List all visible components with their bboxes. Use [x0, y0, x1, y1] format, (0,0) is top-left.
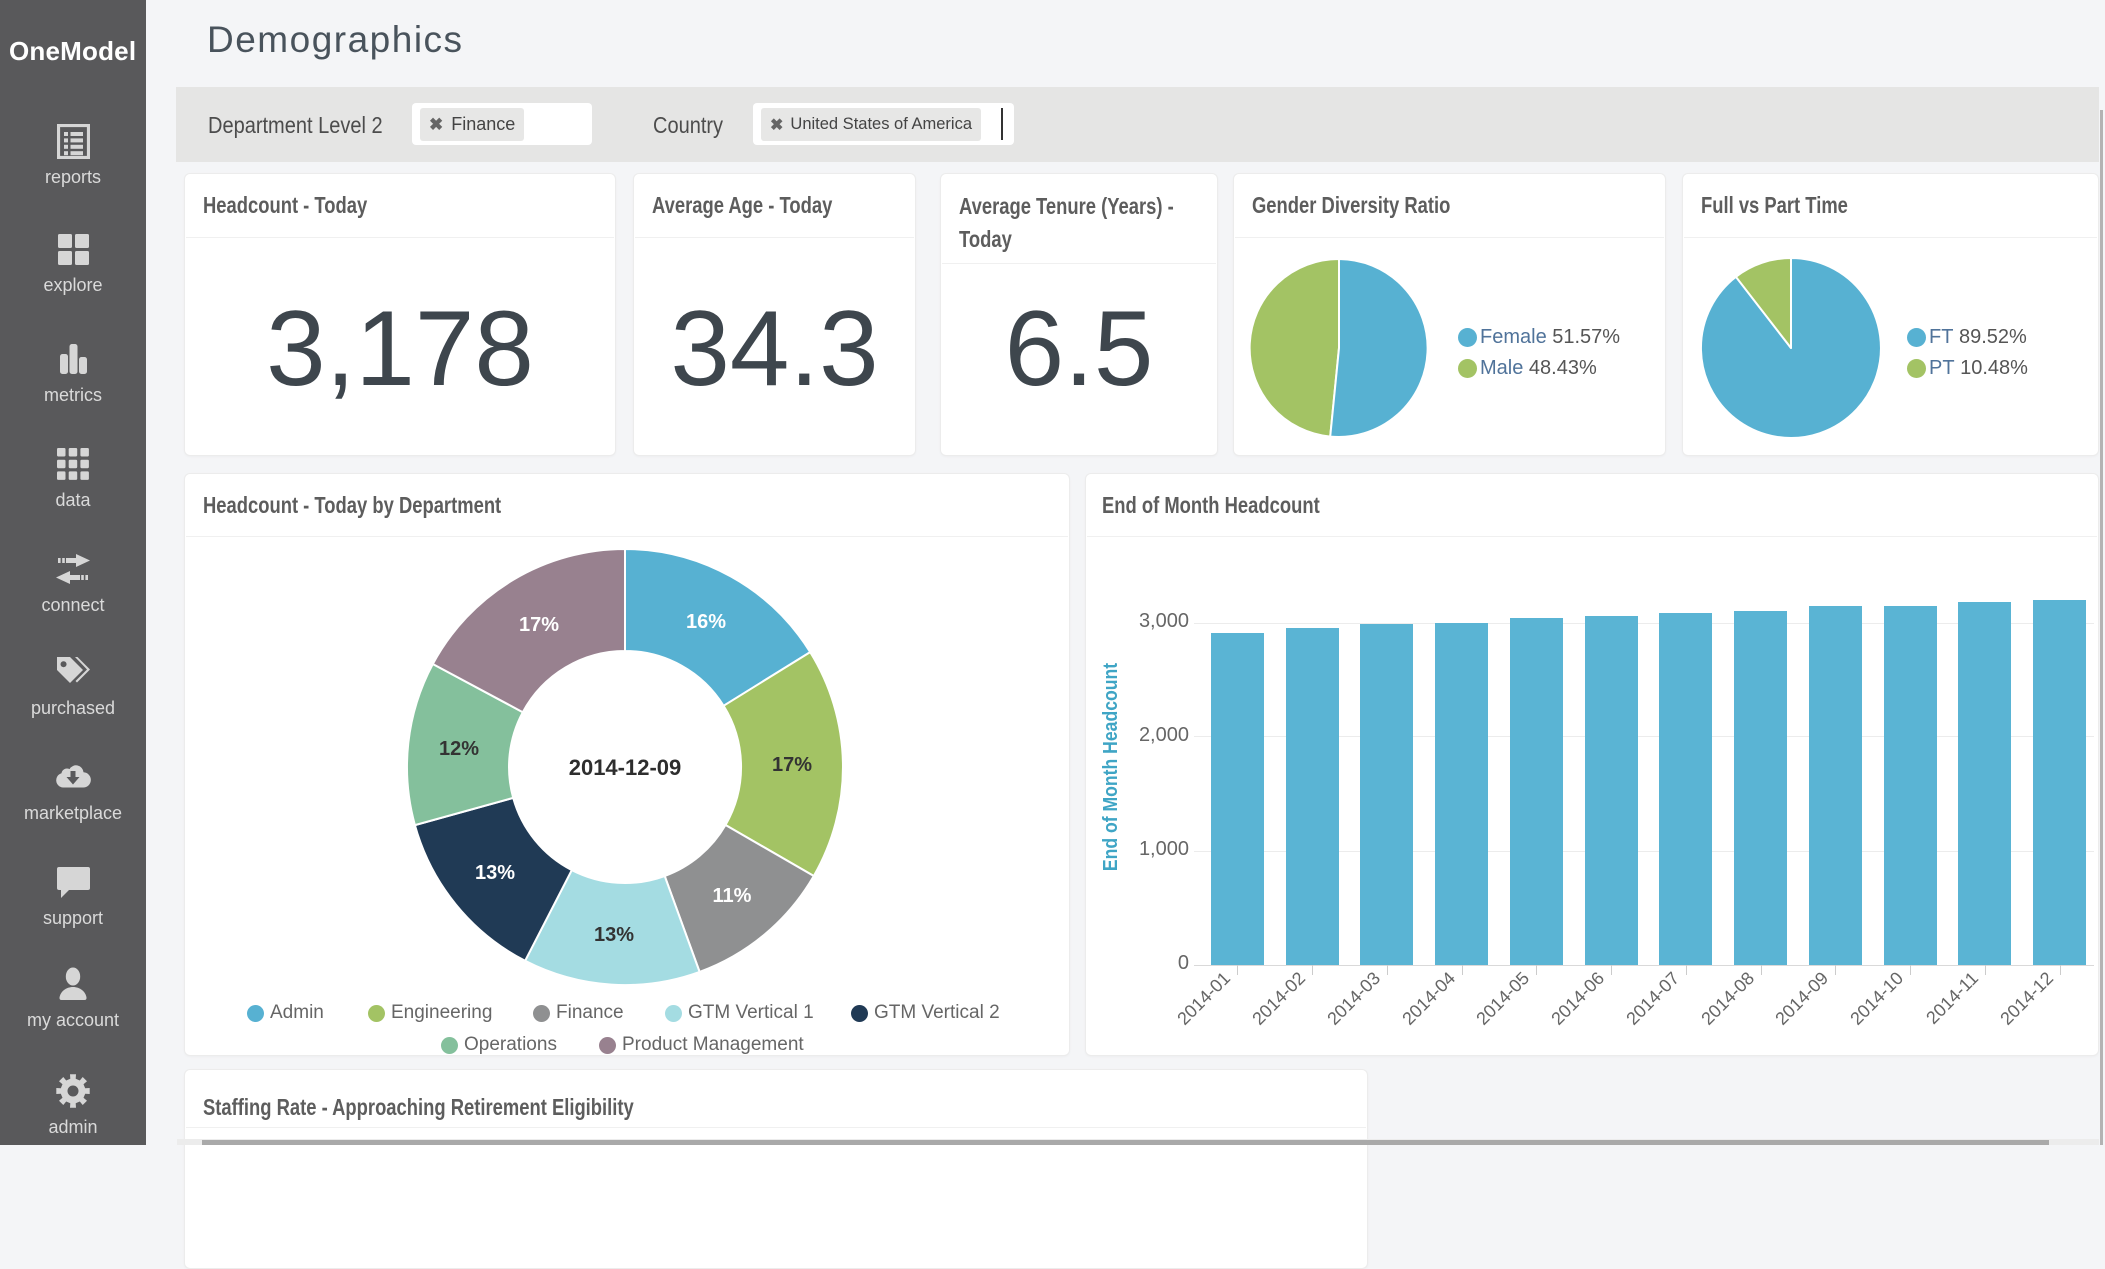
- svg-text:13%: 13%: [475, 862, 515, 884]
- svg-text:17%: 17%: [772, 754, 812, 776]
- svg-text:2014-12-09: 2014-12-09: [569, 755, 682, 780]
- svg-text:12%: 12%: [439, 738, 479, 760]
- svg-text:17%: 17%: [519, 614, 559, 636]
- svg-text:13%: 13%: [594, 924, 634, 946]
- svg-text:16%: 16%: [686, 611, 726, 633]
- svg-text:11%: 11%: [713, 885, 752, 907]
